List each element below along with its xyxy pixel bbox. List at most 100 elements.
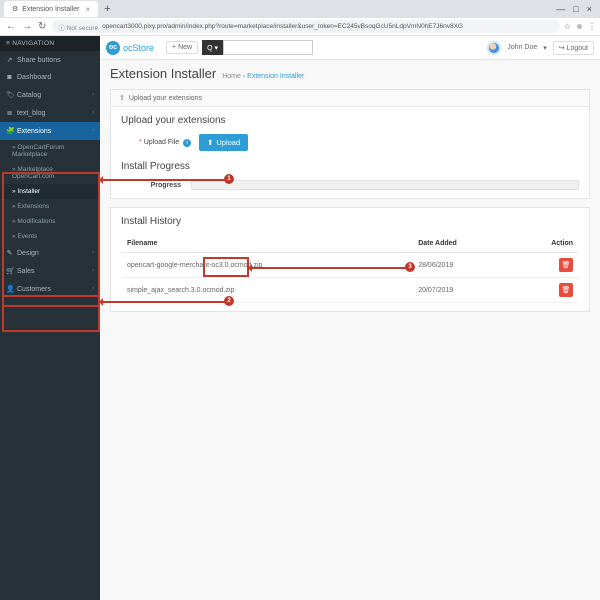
pencil-icon: ✎ — [6, 249, 13, 257]
avatar[interactable] — [487, 41, 501, 55]
chevron-right-icon: › — [92, 250, 94, 256]
tag-icon: 🏷 — [6, 91, 13, 99]
history-section-title: Install History — [121, 216, 579, 227]
breadcrumb-current[interactable]: Extension Installer — [247, 73, 304, 80]
upload-icon: ⇪ — [119, 94, 125, 102]
tab-title: Extension Installer — [22, 6, 79, 13]
delete-button[interactable]: 🗑 — [559, 258, 573, 272]
history-panel: Install History Filename Date Added Acti… — [110, 207, 590, 312]
reload-icon[interactable]: ↻ — [38, 21, 46, 32]
profile-icon[interactable] — [577, 24, 582, 29]
sidebar-item-design[interactable]: ✎ Design › — [0, 244, 100, 262]
sidebar-item-extensions[interactable]: 🧩Extensions› — [0, 122, 100, 140]
chevron-right-icon: › — [92, 286, 94, 292]
progress-label: Progress — [121, 182, 181, 189]
sidebar-sub-events[interactable]: » Events — [0, 229, 100, 244]
chevron-right-icon: › — [92, 128, 94, 134]
cell-filename: opencart-google-merchant-oc3.0.ocmod.zip — [121, 253, 412, 278]
history-table: Filename Date Added Action opencart-goog… — [121, 235, 579, 303]
upload-section-title: Upload your extensions — [121, 115, 579, 126]
trash-icon: 🗑 — [562, 286, 571, 294]
page-title: Extension Installer — [110, 66, 216, 81]
sidebar-sub-extensions[interactable]: » Extensions — [0, 199, 100, 214]
table-row: opencart-google-merchant-oc3.0.ocmod.zip… — [121, 253, 579, 278]
delete-button[interactable]: 🗑 — [559, 283, 573, 297]
col-action: Action — [512, 235, 579, 253]
col-filename: Filename — [121, 235, 412, 253]
sidebar-item-label: Marketplace OpenCart.com — [12, 166, 54, 180]
table-row: simple_ajax_search.3.0.ocmod.zip 20/07/2… — [121, 278, 579, 303]
main-content: oc ocStore + New Q ▾ John Doe ▾ ↪ Logout… — [100, 36, 600, 600]
progress-section-title: Install Progress — [121, 161, 579, 172]
sidebar-item-catalog[interactable]: 🏷 Catalog › — [0, 86, 100, 104]
list-icon: ≣ — [6, 109, 13, 117]
sidebar-item-label: OpenCartForum Marketplace — [12, 144, 64, 158]
menu-icon[interactable]: ⋮ — [588, 22, 596, 31]
forward-icon[interactable]: → — [22, 21, 32, 32]
sidebar-item-label: Share buttons — [17, 57, 61, 64]
new-tab-button[interactable]: + — [104, 3, 110, 15]
info-icon[interactable]: i — [183, 139, 191, 147]
panel-heading: ⇪ Upload your extensions — [111, 90, 589, 107]
sidebar-item-sales[interactable]: 🛒Sales› — [0, 262, 100, 280]
close-window-icon[interactable]: × — [587, 4, 592, 14]
upload-panel: ⇪ Upload your extensions Upload your exte… — [110, 89, 590, 199]
browser-tab[interactable]: ⚙ Extension Installer × — [4, 1, 98, 17]
tab-favicon: ⚙ — [12, 5, 18, 13]
trash-icon: 🗑 — [562, 261, 571, 269]
not-secure-badge: ⓘ Not secure — [58, 22, 98, 32]
search-input[interactable] — [223, 40, 313, 55]
star-icon[interactable]: ☆ — [564, 22, 571, 31]
breadcrumb-home[interactable]: Home — [222, 73, 241, 80]
upload-file-label: * Upload File i — [139, 139, 191, 147]
cell-filename: simple_ajax_search.3.0.ocmod.zip — [121, 278, 412, 303]
brand-logo[interactable]: oc ocStore — [106, 41, 154, 55]
back-icon[interactable]: ← — [6, 21, 16, 32]
dashboard-icon: ◙ — [6, 74, 13, 81]
url-text: opencart3000.pixy.pro/admin/index.php?ro… — [102, 23, 463, 30]
sidebar-item-label: Extensions — [17, 203, 49, 210]
nav-header: ≡ NAVIGATION — [0, 36, 100, 51]
logout-button[interactable]: ↪ Logout — [553, 41, 594, 55]
cell-date: 28/06/2019 — [412, 253, 512, 278]
brand-name: ocStore — [123, 43, 154, 53]
search-button[interactable]: Q ▾ — [202, 40, 223, 55]
sidebar-item-label: Events — [17, 233, 37, 240]
sidebar-item-label: Dashboard — [17, 74, 51, 81]
sidebar-sub-modifications[interactable]: » Modifications — [0, 214, 100, 229]
upload-btn-icon: ⬆ — [207, 138, 213, 147]
chevron-right-icon: › — [92, 110, 94, 116]
sidebar-sub-installer[interactable]: » Installer — [0, 184, 100, 199]
maximize-icon[interactable]: □ — [573, 4, 578, 14]
sidebar-item-customers[interactable]: 👤 Customers › — [0, 280, 100, 298]
sidebar-item-label: Design — [17, 250, 39, 257]
sidebar-item-label: Catalog — [17, 92, 41, 99]
sidebar-item-dashboard[interactable]: ◙ Dashboard — [0, 69, 100, 86]
close-icon[interactable]: × — [85, 5, 90, 14]
cell-date: 20/07/2019 — [412, 278, 512, 303]
user-chevron-icon[interactable]: ▾ — [543, 44, 547, 52]
chevron-right-icon: › — [92, 92, 94, 98]
window-controls: — □ × — [556, 4, 596, 14]
sidebar-item-label: Customers — [17, 286, 51, 293]
share-icon: ↗ — [6, 56, 13, 64]
user-icon: 👤 — [6, 285, 13, 293]
sidebar-item-share[interactable]: ↗ Share buttons — [0, 51, 100, 69]
minimize-icon[interactable]: — — [556, 4, 565, 14]
url-input[interactable]: ⓘ Not secure opencart3000.pixy.pro/admin… — [52, 20, 559, 33]
progress-bar — [191, 180, 579, 190]
user-name[interactable]: John Doe — [507, 44, 537, 51]
panel-title: Upload your extensions — [129, 95, 202, 102]
browser-tab-bar: ⚙ Extension Installer × + — □ × — [0, 0, 600, 18]
breadcrumb: Home › Extension Installer — [222, 73, 304, 80]
cart-icon: 🛒 — [6, 267, 13, 275]
chevron-right-icon: › — [92, 268, 94, 274]
new-button[interactable]: + New — [166, 41, 198, 54]
col-date: Date Added — [412, 235, 512, 253]
sidebar-sub-marketplace[interactable]: » Marketplace OpenCart.com — [0, 162, 100, 184]
page-header: Extension Installer Home › Extension Ins… — [100, 60, 600, 85]
sidebar: ≡ NAVIGATION ↗ Share buttons ◙ Dashboard 🏷… — [0, 36, 100, 600]
sidebar-item-textblog[interactable]: ≣text_blog› — [0, 104, 100, 122]
sidebar-sub-ocforum[interactable]: » OpenCartForum Marketplace — [0, 140, 100, 162]
upload-button[interactable]: ⬆Upload — [199, 134, 248, 151]
